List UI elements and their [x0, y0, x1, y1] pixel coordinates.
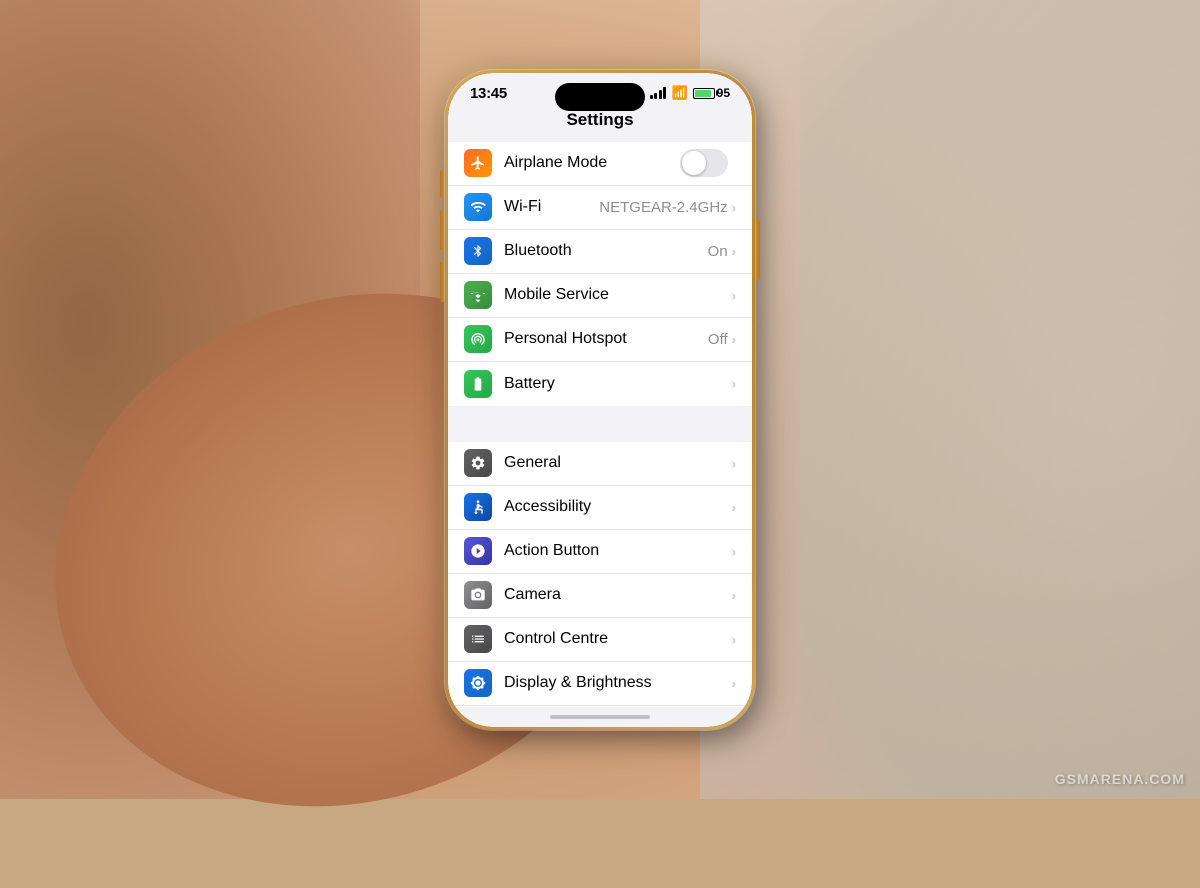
battery-status: 95 [693, 86, 730, 100]
battery-chevron-icon: › [732, 376, 736, 391]
general-label: General [504, 454, 732, 472]
bluetooth-chevron-icon: › [732, 244, 736, 259]
settings-group-device: General › Accessibility [448, 442, 752, 707]
battery-percent: 95 [717, 86, 730, 100]
volume-up-button[interactable] [440, 210, 444, 250]
action-button-icon [464, 537, 492, 565]
control-centre-label: Control Centre [504, 630, 732, 648]
settings-row-home-screen[interactable]: Home Screen & App Library › [448, 706, 752, 707]
status-bar: 13:45 📶 [448, 73, 752, 106]
phone-screen: 13:45 📶 [448, 73, 752, 727]
settings-row-airplane-mode[interactable]: Airplane Mode [448, 142, 752, 186]
accessibility-icon [464, 493, 492, 521]
display-icon [464, 669, 492, 697]
mute-button[interactable] [440, 170, 444, 198]
airplane-mode-toggle[interactable] [680, 149, 728, 177]
camera-label: Camera [504, 586, 732, 604]
action-chevron-icon: › [732, 544, 736, 559]
battery-settings-label: Battery [504, 375, 732, 393]
phone-wrapper: 13:45 📶 [445, 70, 755, 730]
wifi-label: Wi-Fi [504, 198, 599, 216]
action-button-label: Action Button [504, 542, 732, 560]
page-title: Settings [566, 110, 633, 129]
wifi-status-icon: 📶 [671, 85, 687, 101]
camera-chevron-icon: › [732, 588, 736, 603]
status-icons: 📶 95 [650, 85, 730, 101]
control-centre-icon [464, 625, 492, 653]
settings-row-accessibility[interactable]: Accessibility › [448, 486, 752, 530]
settings-row-display-brightness[interactable]: Display & Brightness › [448, 662, 752, 706]
volume-down-button[interactable] [440, 262, 444, 302]
accessibility-label: Accessibility [504, 498, 732, 516]
phone-outer: 13:45 📶 [445, 70, 755, 730]
settings-row-action-button[interactable]: Action Button › [448, 530, 752, 574]
dynamic-island [555, 83, 645, 111]
wifi-chevron-icon: › [732, 200, 736, 215]
wifi-value: NETGEAR-2.4GHz [599, 199, 727, 216]
mobile-chevron-icon: › [732, 288, 736, 303]
settings-row-battery[interactable]: Battery › [448, 362, 752, 406]
settings-row-wifi[interactable]: Wi-Fi NETGEAR-2.4GHz › [448, 186, 752, 230]
settings-row-bluetooth[interactable]: Bluetooth On › [448, 230, 752, 274]
battery-icon [693, 88, 715, 99]
phone-inner: 13:45 📶 [448, 73, 752, 727]
airplane-mode-label: Airplane Mode [504, 154, 680, 172]
mobile-service-icon [464, 281, 492, 309]
home-indicator [448, 707, 752, 727]
battery-fill [695, 90, 711, 97]
hotspot-label: Personal Hotspot [504, 330, 708, 348]
shirt-background [700, 0, 1200, 799]
bluetooth-label: Bluetooth [504, 242, 708, 260]
general-chevron-icon: › [732, 456, 736, 471]
watermark: GSMARENA.COM [1055, 771, 1185, 787]
camera-settings-icon [464, 581, 492, 609]
settings-list[interactable]: Airplane Mode Wi [448, 138, 752, 707]
settings-row-mobile-service[interactable]: Mobile Service › [448, 274, 752, 318]
battery-settings-icon [464, 370, 492, 398]
section-gap-1 [448, 414, 752, 442]
airplane-mode-icon [464, 149, 492, 177]
hotspot-value: Off [708, 331, 728, 348]
control-chevron-icon: › [732, 632, 736, 647]
general-icon [464, 449, 492, 477]
power-button[interactable] [756, 220, 760, 280]
settings-row-control-centre[interactable]: Control Centre › [448, 618, 752, 662]
wifi-icon [464, 193, 492, 221]
settings-row-camera[interactable]: Camera › [448, 574, 752, 618]
display-chevron-icon: › [732, 676, 736, 691]
accessibility-chevron-icon: › [732, 500, 736, 515]
mobile-service-label: Mobile Service [504, 286, 732, 304]
settings-row-general[interactable]: General › [448, 442, 752, 486]
hotspot-icon [464, 325, 492, 353]
settings-row-personal-hotspot[interactable]: Personal Hotspot Off › [448, 318, 752, 362]
status-time: 13:45 [470, 85, 507, 102]
signal-bars-icon [650, 87, 667, 99]
bluetooth-value: On [708, 243, 728, 260]
toggle-knob [682, 151, 706, 175]
settings-group-connectivity: Airplane Mode Wi [448, 142, 752, 406]
home-bar [550, 715, 650, 719]
display-label: Display & Brightness [504, 674, 732, 692]
bluetooth-icon [464, 237, 492, 265]
hotspot-chevron-icon: › [732, 332, 736, 347]
